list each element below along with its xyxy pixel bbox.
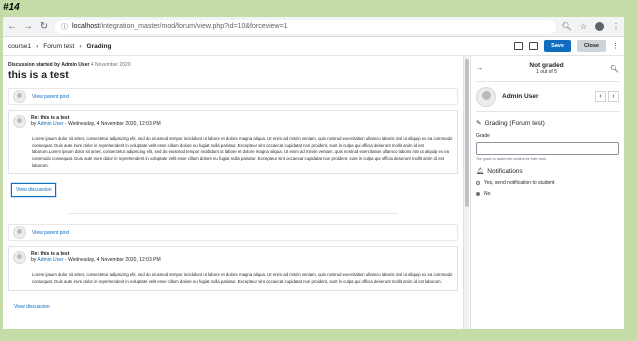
- breadcrumb-separator-icon: ›: [79, 42, 82, 50]
- view-parent-post-link[interactable]: View parent post: [32, 94, 69, 100]
- zoom-icon[interactable]: 🔍︎: [562, 22, 572, 31]
- started-date: 4 November 2020: [90, 62, 131, 68]
- url-host: localhost: [72, 23, 100, 30]
- discussion-started-line: Discussion started by Admin User 4 Novem…: [8, 62, 458, 68]
- grade-label: Grade: [476, 133, 490, 139]
- forum-post: Re: this is a test by Admin User - Wedne…: [8, 110, 458, 175]
- browser-menu-icon[interactable]: ⋮: [612, 22, 620, 31]
- notify-yes-label: Yes, send notification to student: [484, 180, 555, 186]
- post-body: Lorem ipsum dolor sit amet, consectetur …: [32, 136, 453, 168]
- divider: [68, 213, 398, 215]
- radio-unchecked[interactable]: [476, 181, 480, 185]
- close-button[interactable]: Close: [577, 40, 606, 52]
- post-byline: by Admin User - Wednesday, 4 November 20…: [31, 257, 161, 263]
- breadcrumb-forum[interactable]: Forum test: [43, 43, 74, 50]
- started-by: Admin User: [61, 62, 90, 68]
- scrollbar[interactable]: [463, 56, 469, 329]
- back-icon[interactable]: ←: [7, 21, 17, 32]
- pencil-icon: ✎: [476, 120, 482, 127]
- bell-icon: 🔔︎: [476, 168, 485, 175]
- grading-section-title: ✎ Grading (Forum test): [476, 119, 619, 128]
- browser-window: ← → ↻ ⓘ localhost/integration_master/mod…: [3, 17, 624, 329]
- user-selector: Admin User ‹ ›: [476, 82, 619, 112]
- radio-checked[interactable]: [476, 192, 480, 196]
- view-discussion-link[interactable]: View discussion: [14, 304, 49, 310]
- grading-title-text: Grading (Forum test): [484, 119, 545, 127]
- notify-no-option[interactable]: No: [476, 191, 619, 197]
- address-bar[interactable]: ⓘ localhost/integration_master/mod/forum…: [55, 19, 556, 34]
- breadcrumb: course1 › Forum test › Grading: [8, 43, 514, 50]
- bookmark-star-icon[interactable]: ☆: [580, 22, 587, 31]
- notifications-title: 🔔︎ Notifications: [476, 167, 619, 176]
- scrollbar-thumb[interactable]: [465, 59, 469, 207]
- info-icon[interactable]: ⓘ: [61, 22, 68, 32]
- parent-post-row: View parent post: [8, 224, 458, 242]
- profile-icon[interactable]: [595, 22, 604, 31]
- parent-post-row: View parent post: [8, 88, 458, 105]
- breadcrumb-current: Grading: [86, 42, 112, 50]
- post-date: - Wednesday, 4 November 2020, 12:03 PM: [64, 121, 161, 127]
- post-byline: by Admin User - Wednesday, 4 November 20…: [31, 121, 161, 127]
- reload-icon[interactable]: ↻: [39, 21, 49, 32]
- avatar: [13, 251, 26, 265]
- user-name: Admin User: [502, 93, 539, 100]
- user-count: 1 out of 5: [536, 69, 557, 75]
- grade-input[interactable]: [476, 142, 619, 155]
- post-body: Lorem ipsum dolor sit amet, consectetur …: [32, 272, 453, 284]
- search-icon[interactable]: 🔍︎: [610, 65, 619, 73]
- expand-view-icon[interactable]: [529, 42, 539, 50]
- by-prefix: by: [31, 257, 37, 264]
- grading-panel: → Not graded 1 out of 5 🔍︎ Admin User ‹ …: [470, 56, 624, 329]
- grade-help-text: The grade to award the student for their…: [476, 157, 547, 161]
- more-actions-icon[interactable]: ⋮: [612, 42, 619, 50]
- view-parent-post-link[interactable]: View parent post: [32, 230, 69, 236]
- browser-toolbar: ← → ↻ ⓘ localhost/integration_master/mod…: [3, 17, 624, 37]
- next-user-icon[interactable]: ›: [608, 91, 619, 102]
- url-path: /integration_master/mod/forum/view.php?i…: [99, 23, 288, 30]
- started-prefix: Discussion started by: [8, 62, 60, 68]
- collapse-grader-icon[interactable]: [514, 42, 524, 50]
- breadcrumb-course[interactable]: course1: [8, 43, 31, 50]
- save-button[interactable]: Save: [544, 40, 572, 52]
- previous-user-icon[interactable]: ‹: [595, 91, 606, 102]
- avatar: [13, 90, 26, 103]
- forum-post: Re: this is a test by Admin User - Wedne…: [8, 246, 458, 291]
- grader-header: course1 › Forum test › Grading Save Clos…: [3, 37, 624, 56]
- user-avatar: [476, 86, 496, 107]
- discussion-title: this is a test: [8, 69, 69, 81]
- notifications-title-text: Notifications: [487, 167, 523, 175]
- notify-yes-option[interactable]: Yes, send notification to student: [476, 180, 619, 186]
- view-discussion-button[interactable]: View discussion: [11, 183, 57, 198]
- post-author-link[interactable]: Admin User: [37, 121, 63, 127]
- screenshot-tag: #14: [3, 2, 20, 13]
- avatar: [13, 226, 26, 240]
- forward-icon[interactable]: →: [23, 21, 33, 32]
- post-date: - Wednesday, 4 November 2020, 12:03 PM: [64, 257, 161, 264]
- breadcrumb-separator-icon: ›: [36, 42, 39, 50]
- discussion-panel: Discussion started by Admin User 4 Novem…: [3, 56, 463, 329]
- avatar: [13, 115, 26, 128]
- collapse-arrow-icon[interactable]: →: [476, 65, 483, 72]
- notify-no-label: No: [484, 191, 491, 197]
- post-author-link[interactable]: Admin User: [37, 257, 63, 263]
- by-prefix: by: [31, 121, 37, 127]
- grade-status: Not graded: [529, 62, 564, 69]
- grading-status-bar: → Not graded 1 out of 5 🔍︎: [476, 56, 619, 82]
